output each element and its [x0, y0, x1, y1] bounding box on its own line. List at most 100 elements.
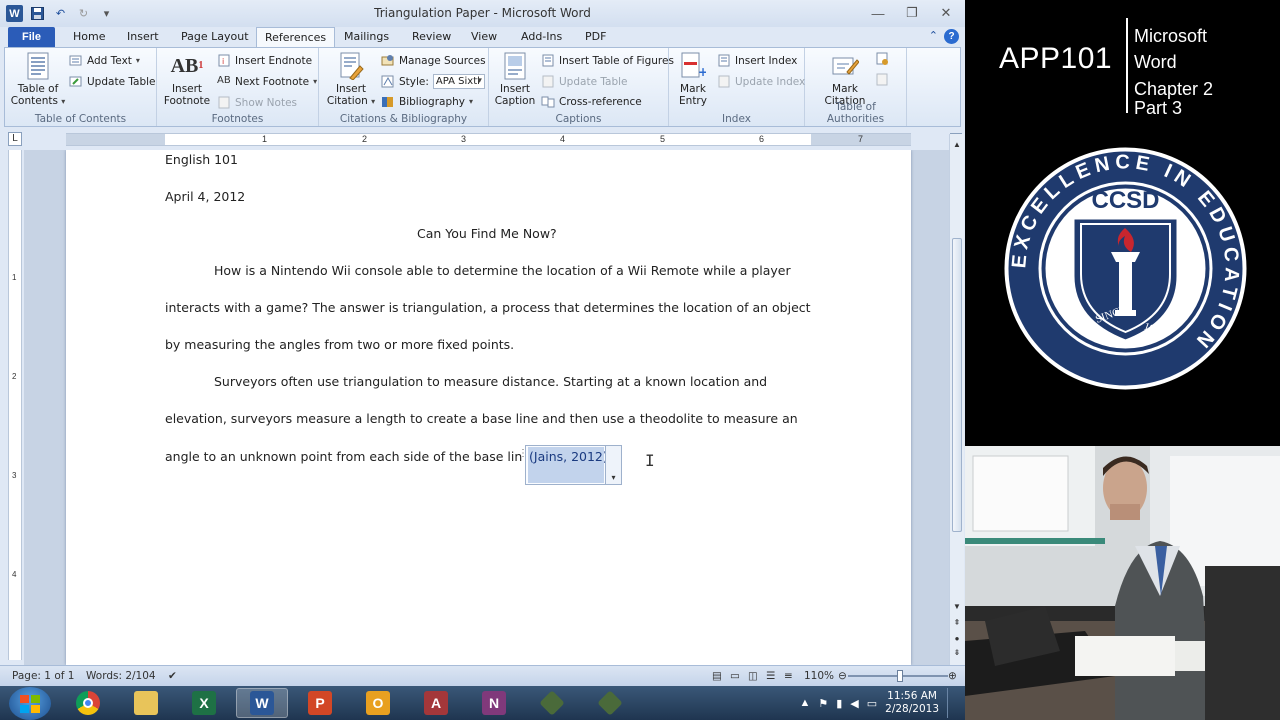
tab-pdf[interactable]: PDF [585, 30, 606, 43]
style-dropdown[interactable]: APA Sixtl [432, 74, 485, 89]
table-of-contents-button[interactable]: Table of Contents ▾ [9, 52, 67, 108]
table-of-authorities-icon [875, 52, 889, 65]
insert-table-of-figures-button[interactable]: Insert Table of Figures [541, 54, 674, 67]
show-hidden-icons-icon[interactable]: ▲ [799, 697, 810, 709]
word-icon[interactable]: W [236, 688, 288, 718]
app-icon-1[interactable] [526, 688, 578, 718]
view-outline-icon[interactable]: ☰ [766, 670, 775, 682]
insert-endnote-button[interactable]: i Insert Endnote [217, 54, 312, 67]
doc-paragraph-1-line-3: by measuring the angles from two or more… [165, 337, 515, 352]
powerpoint-icon[interactable]: P [294, 688, 346, 718]
tab-page-layout[interactable]: Page Layout [181, 30, 249, 43]
insert-footnote-button[interactable]: AB 1 Insert Footnote [163, 52, 211, 107]
page-count[interactable]: Page: 1 of 1 [12, 670, 74, 682]
vruler-number: 1 [12, 273, 17, 282]
group-citations-bibliography: Insert Citation ▾ Manage Sources Style: … [319, 48, 489, 126]
browse-object-icon[interactable]: ● [950, 634, 964, 648]
view-full-screen-icon[interactable]: ▭ [730, 670, 740, 682]
windows-logo-icon [20, 694, 40, 713]
flag-icon[interactable]: ⚑ [818, 697, 828, 710]
tab-view[interactable]: View [471, 30, 497, 43]
tab-review[interactable]: Review [412, 30, 451, 43]
view-web-layout-icon[interactable]: ◫ [748, 670, 758, 682]
cross-reference-button[interactable]: Cross-reference [541, 95, 642, 108]
chrome-icon[interactable] [62, 688, 114, 718]
zoom-out-icon[interactable]: ⊖ [838, 670, 847, 682]
scroll-up-icon[interactable]: ▲ [950, 140, 964, 154]
tab-insert[interactable]: Insert [127, 30, 159, 43]
insert-table-of-authorities-button[interactable] [875, 52, 889, 65]
close-button[interactable]: ✕ [931, 3, 961, 23]
vertical-scrollbar[interactable]: ▲ ▼ ⇞ ● ⇟ [949, 134, 964, 665]
svg-text:i: i [222, 57, 224, 66]
insert-index-button[interactable]: Insert Index [717, 54, 797, 67]
restore-button[interactable]: ❐ [897, 3, 927, 23]
update-table-button[interactable]: Update Table [69, 75, 156, 88]
ruler-left-margin [66, 134, 165, 145]
doc-line-date: April 4, 2012 [165, 189, 246, 204]
vertical-ruler[interactable]: 1 2 3 4 [8, 150, 22, 660]
start-button[interactable] [9, 687, 51, 720]
citation-text[interactable]: (Jains, 2012) [528, 447, 608, 483]
show-notes-button[interactable]: Show Notes [217, 96, 297, 109]
doc-paragraph-1-line-1: How is a Nintendo Wii console able to de… [214, 263, 791, 278]
outlook-icon[interactable]: O [352, 688, 404, 718]
scrollbar-thumb[interactable] [952, 238, 962, 532]
course-subtitle-4: Part 3 [1134, 98, 1183, 118]
ruler-number: 2 [362, 134, 368, 144]
word-count[interactable]: Words: 2/104 [86, 670, 156, 682]
manage-sources-button[interactable]: Manage Sources [381, 54, 486, 67]
content-control-handle-icon[interactable]: ⋮ [518, 448, 528, 459]
tab-home[interactable]: Home [73, 30, 105, 43]
doc-paragraph-1-line-2: interacts with a game? The answer is tri… [165, 300, 811, 315]
next-page-icon[interactable]: ⇟ [950, 648, 964, 662]
clock[interactable]: 11:56 AM 2/28/2013 [885, 690, 939, 716]
file-explorer-icon[interactable] [120, 688, 172, 718]
horizontal-ruler[interactable]: 1 2 3 4 5 6 7 [66, 133, 911, 146]
mark-citation-button[interactable]: Mark Citation [819, 52, 871, 107]
zoom-in-icon[interactable]: ⊕ [948, 670, 957, 682]
onenote-icon[interactable]: N [468, 688, 520, 718]
update-index-button[interactable]: Update Index [717, 75, 805, 88]
group-table-of-authorities: Mark Citation Table of Authorities [805, 48, 907, 126]
document-page[interactable]: English 101 April 4, 2012 Can You Find M… [66, 150, 911, 665]
excel-icon[interactable]: X [178, 688, 230, 718]
add-text-button[interactable]: Add Text ▾ [69, 54, 140, 67]
show-desktop-button[interactable] [947, 688, 957, 718]
mark-entry-button[interactable]: + Mark Entry [673, 52, 713, 107]
app-icon-2[interactable] [584, 688, 636, 718]
tab-file[interactable]: File [8, 27, 55, 47]
scroll-down-icon[interactable]: ▼ [950, 602, 964, 616]
view-draft-icon[interactable]: ≡ [784, 670, 793, 682]
volume-icon[interactable]: ◀ [850, 697, 858, 710]
manage-sources-icon [381, 54, 395, 67]
help-icon[interactable]: ? [944, 29, 959, 44]
next-footnote-button[interactable]: AB Next Footnote ▾ [217, 75, 317, 88]
window-title: Triangulation Paper - Microsoft Word [374, 6, 591, 20]
bibliography-button[interactable]: Bibliography ▾ [381, 95, 473, 108]
style-selector[interactable]: Style: APA Sixtl [381, 74, 485, 89]
insert-citation-button[interactable]: Insert Citation ▾ [325, 52, 377, 108]
zoom-slider[interactable] [848, 670, 948, 682]
course-subtitle-3: Chapter 2 [1134, 79, 1214, 99]
network-icon[interactable]: ▮ [836, 697, 842, 710]
power-icon[interactable]: ▭ [867, 697, 877, 710]
proofing-icon[interactable]: ✔ [168, 670, 177, 682]
window-controls: — ❐ ✕ [863, 3, 961, 23]
update-table-of-authorities-button[interactable] [875, 73, 889, 86]
tab-references[interactable]: References [256, 27, 336, 48]
minimize-ribbon-icon[interactable]: ⌃ [929, 29, 938, 44]
zoom-level[interactable]: 110% [804, 670, 834, 682]
insert-caption-button[interactable]: Insert Caption [493, 52, 537, 107]
citation-options-dropdown[interactable]: ▾ [605, 446, 621, 484]
zoom-slider-knob[interactable] [897, 670, 903, 682]
access-icon[interactable]: A [410, 688, 462, 718]
citation-content-control[interactable]: ⋮ (Jains, 2012) ▾ [518, 445, 622, 485]
update-table-figures-button[interactable]: Update Table [541, 75, 628, 88]
view-print-layout-icon[interactable]: ▤ [712, 670, 722, 682]
minimize-button[interactable]: — [863, 3, 893, 23]
previous-page-icon[interactable]: ⇞ [950, 618, 964, 632]
tab-add-ins[interactable]: Add-Ins [521, 30, 562, 43]
tab-selector-button[interactable]: L [8, 132, 22, 146]
tab-mailings[interactable]: Mailings [344, 30, 389, 43]
